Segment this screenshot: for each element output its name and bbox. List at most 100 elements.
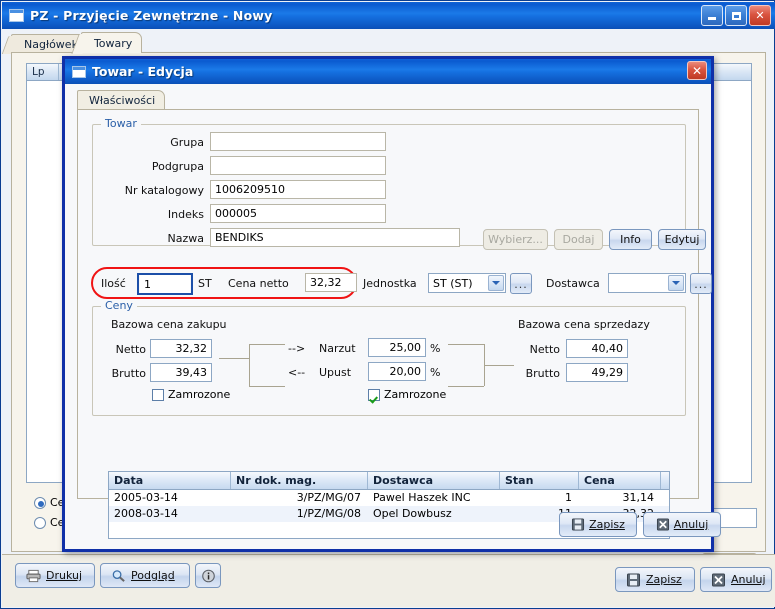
save-button[interactable]: Zapisz xyxy=(615,567,695,592)
narzut-percent-symbol: % xyxy=(430,342,441,355)
floppy-icon xyxy=(627,573,640,586)
statusbar: Drukuj Podgląd Pozycje 0 Wart. wg cen rz… xyxy=(2,554,775,607)
label-grupa: Grupa xyxy=(170,136,204,149)
column-lp: Lp xyxy=(27,64,59,80)
input-right-brutto-value: 49,29 xyxy=(591,366,624,379)
dialog-save-label: Zapisz xyxy=(589,518,625,531)
input-narzut-value: 25,00 xyxy=(389,341,422,354)
window-icon xyxy=(72,65,86,78)
combo-jednostka-value: ST (ST) xyxy=(433,276,473,290)
dialog-tab-panel: Towar Grupa Podgrupa Nr katalogowy 10062… xyxy=(77,109,712,539)
chevron-down-icon[interactable] xyxy=(488,275,504,291)
label-left-netto: Netto xyxy=(115,343,146,356)
dialog-close-button[interactable]: ✕ xyxy=(687,61,707,80)
wybierz-button[interactable]: Wybierz... xyxy=(483,229,548,250)
dialog-cancel-label: Anuluj xyxy=(673,518,709,531)
input-left-netto-value: 32,32 xyxy=(175,342,208,355)
connector-line xyxy=(249,344,250,386)
dodaj-button-label: Dodaj xyxy=(562,233,595,246)
input-narzut[interactable]: 25,00 xyxy=(368,338,426,357)
table-row[interactable]: 2005-03-14 3/PZ/MG/07 Pawel Haszek INC 1… xyxy=(109,490,669,506)
input-nazwa-value: BENDIKS xyxy=(215,231,264,244)
dialog-body: Właściwości Towar Grupa Podgrupa Nr kata… xyxy=(65,84,721,549)
connector-line xyxy=(448,386,484,387)
window-icon xyxy=(9,9,24,22)
edytuj-button[interactable]: Edytuj xyxy=(658,229,706,250)
connector-line xyxy=(249,386,285,387)
checkbox-right-zamrozone[interactable]: Zamrozone xyxy=(368,388,446,401)
preview-button[interactable]: Podgląd xyxy=(100,563,190,588)
column-nr-dok-mag: Nr dok. mag. xyxy=(231,472,368,489)
connector-line xyxy=(249,344,285,345)
tab-wlasciwosci-label: Właściwości xyxy=(89,93,156,107)
radio-dot-icon xyxy=(34,496,46,509)
chevron-down-icon[interactable] xyxy=(668,275,684,291)
input-cena-netto[interactable]: 32,32 xyxy=(305,273,357,292)
jednostka-browse-button[interactable]: ... xyxy=(510,273,532,294)
input-left-netto[interactable]: 32,32 xyxy=(150,339,212,358)
dostawca-browse-button[interactable]: ... xyxy=(690,273,712,294)
label-ilosc-unit: ST xyxy=(198,277,212,290)
label-right-brutto: Brutto xyxy=(525,367,560,380)
label-bazowa-cena-sprzedazy: Bazowa cena sprzedazy xyxy=(518,318,650,331)
input-right-netto[interactable]: 40,40 xyxy=(566,339,628,358)
input-grupa[interactable] xyxy=(210,132,386,151)
printer-icon xyxy=(26,569,41,582)
input-left-brutto-value: 39,43 xyxy=(175,366,208,379)
input-upust[interactable]: 20,00 xyxy=(368,362,426,381)
checkbox-right-zamrozone-label: Zamrozone xyxy=(384,388,447,401)
cancel-button[interactable]: Anuluj xyxy=(700,567,772,592)
info-button-label: Info xyxy=(620,233,641,246)
print-button[interactable]: Drukuj xyxy=(15,563,95,588)
input-nr-katalogowy[interactable]: 1006209510 xyxy=(210,180,386,199)
main-window-title: PZ - Przyjęcie Zewnętrzne - Nowy xyxy=(30,8,273,23)
dialog-cancel-button[interactable]: Anuluj xyxy=(643,512,721,537)
towar-edycja-dialog: Towar - Edycja ✕ Właściwości Towar Grupa xyxy=(62,56,721,552)
input-podgrupa[interactable] xyxy=(210,156,386,175)
input-ilosc-value: 1 xyxy=(144,277,151,291)
tab-towary[interactable]: Towary xyxy=(80,32,143,53)
close-button[interactable]: ✕ xyxy=(749,5,771,26)
cell-nr: 1/PZ/MG/08 xyxy=(296,507,361,520)
input-right-brutto[interactable]: 49,29 xyxy=(566,363,628,382)
input-ilosc[interactable]: 1 xyxy=(140,275,190,293)
cell-stan: 1 xyxy=(565,491,572,504)
label-narzut: Narzut xyxy=(319,342,356,355)
main-window-controls: ✕ xyxy=(701,5,771,26)
info-button[interactable]: Info xyxy=(609,229,652,250)
floppy-icon xyxy=(572,518,585,531)
print-button-label: Drukuj xyxy=(46,569,83,582)
column-dostawca: Dostawca xyxy=(368,472,500,489)
label-nazwa: Nazwa xyxy=(167,232,204,245)
save-button-label: Zapisz xyxy=(646,573,682,586)
combo-dostawca[interactable] xyxy=(608,273,686,293)
column-data: Data xyxy=(109,472,231,489)
cell-data: 2005-03-14 xyxy=(114,491,178,504)
ceny-group-legend: Ceny xyxy=(101,299,137,312)
input-left-brutto[interactable]: 39,43 xyxy=(150,363,212,382)
input-nazwa[interactable]: BENDIKS xyxy=(210,228,460,247)
dodaj-button[interactable]: Dodaj xyxy=(554,229,603,250)
tab-wlasciwosci[interactable]: Właściwości xyxy=(77,90,166,109)
magnifier-icon xyxy=(112,569,125,582)
minimize-button[interactable] xyxy=(701,5,723,26)
label-podgrupa: Podgrupa xyxy=(151,160,204,173)
input-cena-netto-value: 32,32 xyxy=(310,276,342,289)
edytuj-button-label: Edytuj xyxy=(664,233,700,246)
input-right-netto-value: 40,40 xyxy=(591,342,624,355)
checkbox-left-zamrozone[interactable]: Zamrozone xyxy=(152,388,230,401)
upust-percent-symbol: % xyxy=(430,366,441,379)
input-indeks[interactable]: 000005 xyxy=(210,204,386,223)
info-button[interactable] xyxy=(195,563,221,588)
close-icon: ✕ xyxy=(691,63,703,78)
cancel-icon xyxy=(656,518,669,531)
checkbox-left-zamrozone-label: Zamrozone xyxy=(168,388,231,401)
dialog-save-button[interactable]: Zapisz xyxy=(559,512,637,537)
label-upust: Upust xyxy=(319,366,352,379)
column-spacer xyxy=(661,472,669,489)
label-indeks: Indeks xyxy=(167,208,204,221)
dialog-titlebar: Towar - Edycja ✕ xyxy=(65,59,711,84)
checkbox-icon xyxy=(152,388,164,401)
combo-jednostka[interactable]: ST (ST) xyxy=(428,273,506,293)
maximize-button[interactable] xyxy=(725,5,747,26)
